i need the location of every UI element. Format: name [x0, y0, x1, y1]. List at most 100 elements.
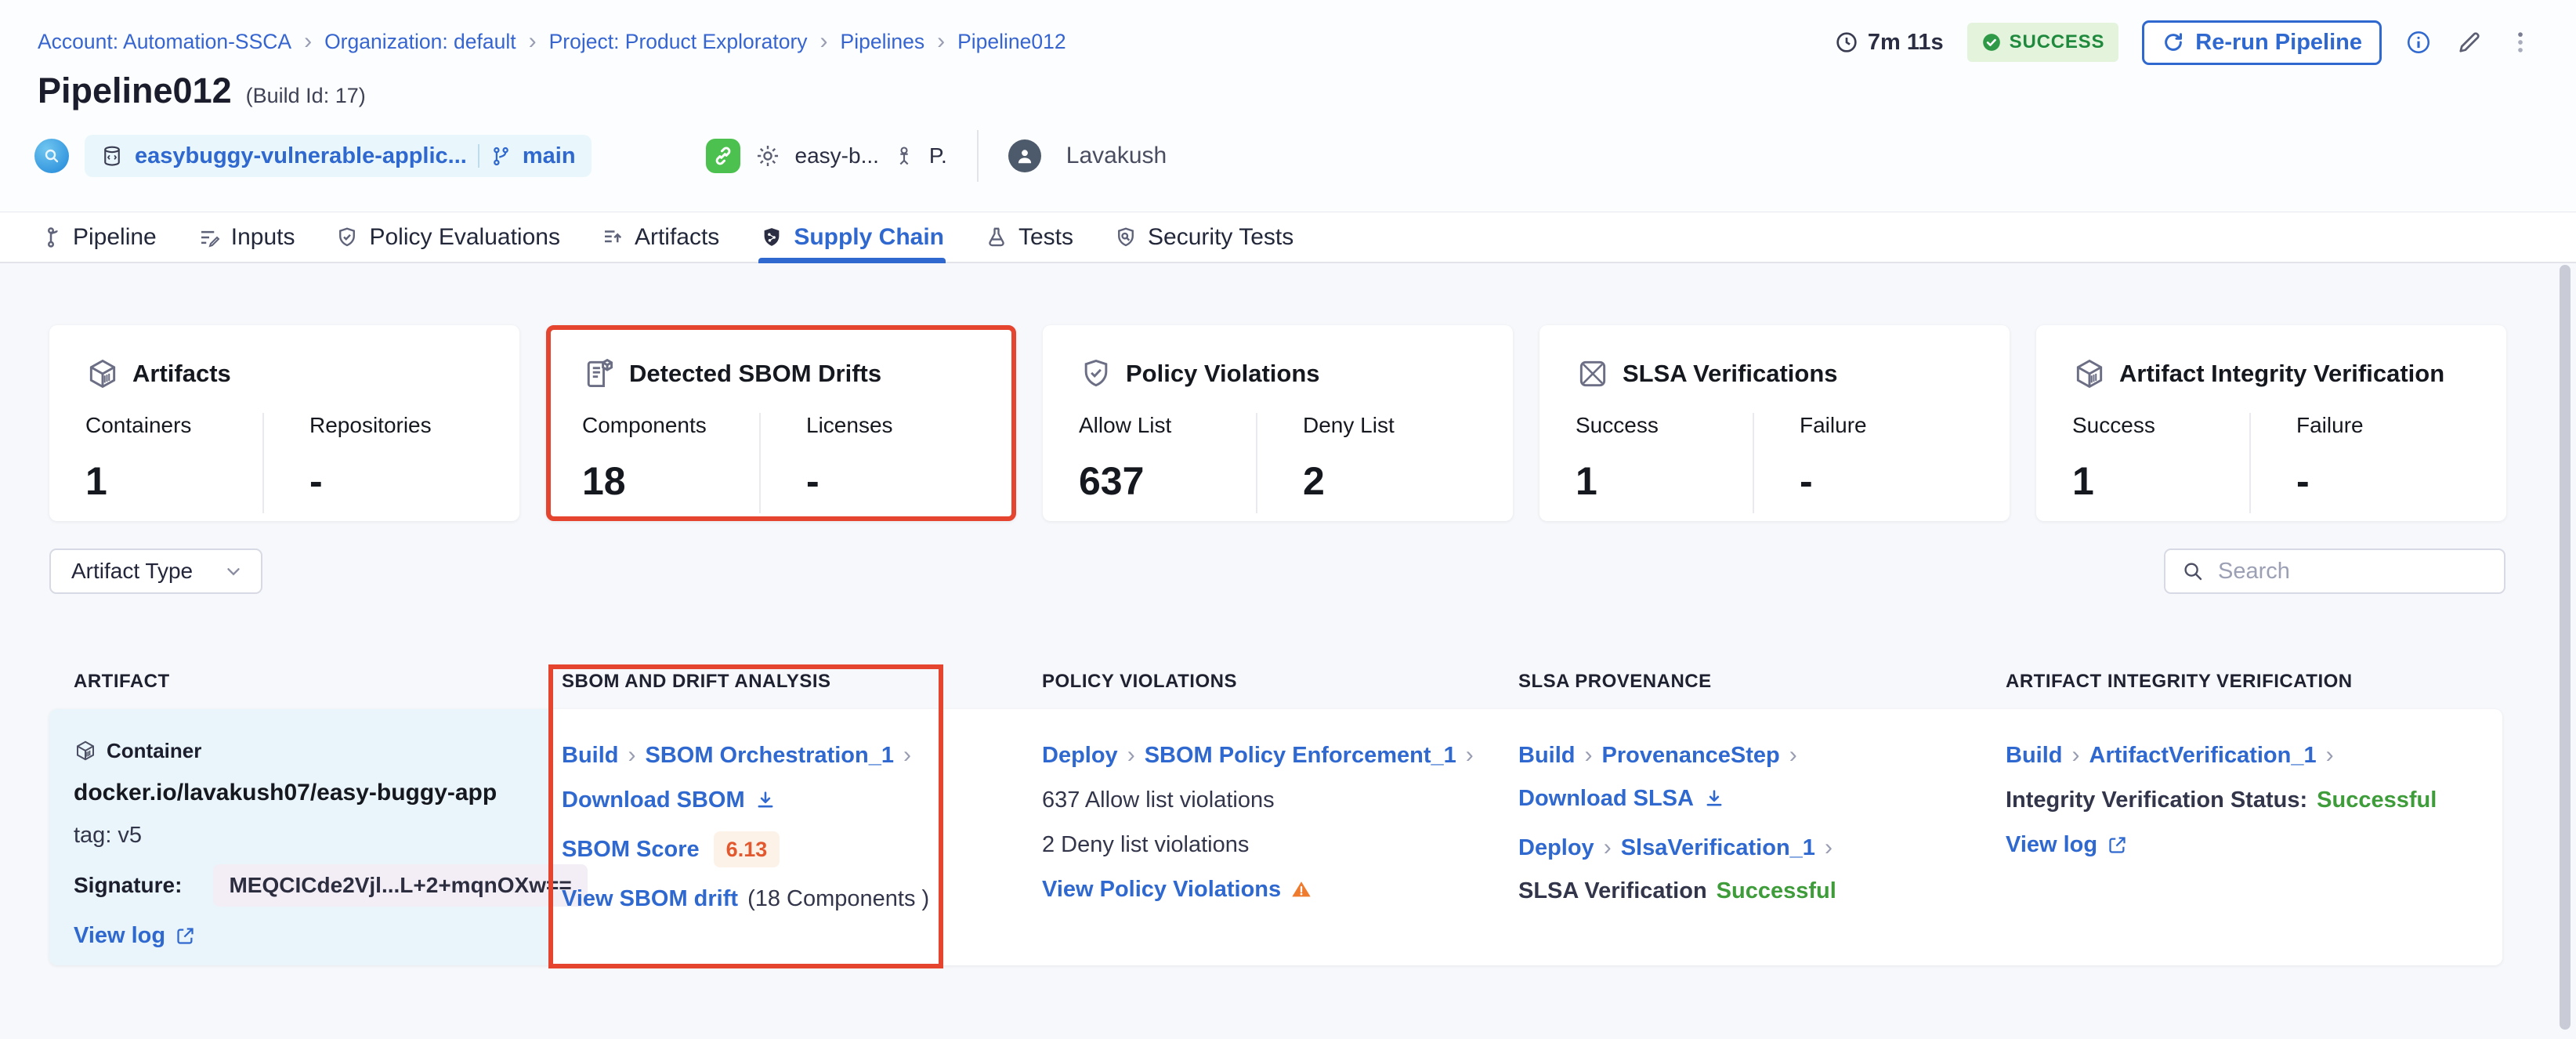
vertical-divider: [977, 130, 979, 182]
stat-value: 637: [1079, 458, 1256, 504]
execution-meta-row: easybuggy-vulnerable-applic... main easy…: [34, 135, 1167, 177]
view-sbom-drift-link[interactable]: View SBOM drift: [562, 885, 738, 912]
breadcrumb-organization[interactable]: Organization: default: [324, 30, 516, 54]
chevron-right-icon: [1127, 742, 1135, 769]
integrity-status-value: Successful: [2317, 787, 2437, 813]
repo-name: easybuggy-vulnerable-applic...: [135, 143, 467, 169]
artifacts-list-icon: [601, 226, 624, 249]
download-slsa-link[interactable]: Download SLSA: [1518, 785, 1694, 812]
info-icon[interactable]: [2405, 29, 2432, 56]
tab-label: Artifacts: [635, 224, 719, 251]
duration-value: 7m 11s: [1868, 30, 1944, 56]
user-avatar: [1008, 139, 1041, 172]
card-title: SLSA Verifications: [1623, 360, 1838, 388]
service-env-context: easy-b... P. Lavakush: [706, 130, 1167, 182]
top-bar: Account: Automation-SSCA Organization: d…: [0, 0, 2576, 212]
card-detected-sbom-drifts: Detected SBOM Drifts Components18 Licens…: [546, 325, 1016, 521]
repo-chip[interactable]: easybuggy-vulnerable-applic... main: [85, 135, 592, 177]
card-policy-violations: Policy Violations Allow List637 Deny Lis…: [1043, 325, 1513, 521]
search-box: [2164, 548, 2505, 594]
breadcrumb-project[interactable]: Project: Product Exploratory: [549, 30, 808, 54]
column-header-slsa: SLSA PROVENANCE: [1518, 671, 1712, 693]
stat-value: 1: [2072, 458, 2249, 504]
stat-label: Success: [1576, 413, 1753, 438]
stat-value: -: [2296, 458, 2473, 504]
stage-link[interactable]: Build: [562, 742, 619, 769]
tab-tests[interactable]: Tests: [985, 212, 1073, 262]
artifact-cell: Container docker.io/lavakush07/easy-bugg…: [74, 737, 588, 949]
view-log-link[interactable]: View log: [2006, 831, 2097, 858]
supply-chain-shield-icon: [760, 226, 783, 249]
stat-label: Failure: [1800, 413, 1977, 438]
column-header-policy: POLICY VIOLATIONS: [1042, 671, 1237, 693]
tab-label: Supply Chain: [794, 224, 944, 251]
clock-icon: [1834, 30, 1859, 55]
trigger-avatar-icon: [34, 139, 69, 173]
download-icon: [754, 789, 776, 811]
tab-artifacts[interactable]: Artifacts: [601, 212, 719, 262]
vertical-scrollbar[interactable]: [2560, 265, 2571, 1030]
kebab-menu-icon[interactable]: [2507, 27, 2534, 57]
artifact-type-dropdown[interactable]: Artifact Type: [49, 548, 262, 594]
search-input[interactable]: [2216, 558, 2488, 585]
stat-value: 1: [85, 458, 262, 504]
tab-inputs[interactable]: Inputs: [197, 212, 295, 262]
breadcrumb-account[interactable]: Account: Automation-SSCA: [38, 30, 291, 54]
chevron-right-icon: [1825, 834, 1833, 861]
view-log-link[interactable]: View log: [74, 922, 165, 949]
stat-value: -: [806, 458, 983, 504]
rerun-pipeline-button[interactable]: Re-run Pipeline: [2142, 20, 2382, 65]
step-link[interactable]: ArtifactVerification_1: [2089, 742, 2317, 769]
tab-pipeline[interactable]: Pipeline: [39, 212, 157, 262]
view-policy-violations-link[interactable]: View Policy Violations: [1042, 876, 1281, 903]
stat-value: 18: [582, 458, 759, 504]
slsa-verification-label: SLSA Verification: [1518, 878, 1707, 904]
execution-duration: 7m 11s: [1834, 30, 1944, 56]
slsa-cell: Build ProvenanceStep Download SLSA Deplo…: [1518, 742, 1836, 904]
service-name: easy-b...: [795, 143, 879, 168]
stat-label: Allow List: [1079, 413, 1256, 438]
step-link[interactable]: ProvenanceStep: [1602, 742, 1780, 769]
stat-divider: [2249, 413, 2251, 513]
card-artifact-integrity-verification: Artifact Integrity Verification Success1…: [2036, 325, 2506, 521]
stage-link[interactable]: Deploy: [1042, 742, 1118, 769]
stage-link[interactable]: Build: [1518, 742, 1576, 769]
tab-policy-evaluations[interactable]: Policy Evaluations: [335, 212, 559, 262]
tab-label: Inputs: [231, 224, 295, 251]
stage-link[interactable]: Build: [2006, 742, 2063, 769]
git-branch-icon: [490, 146, 512, 167]
sbom-score-badge: 6.13: [714, 831, 780, 867]
stage-link[interactable]: Deploy: [1518, 834, 1594, 861]
breadcrumb-pipelines[interactable]: Pipelines: [841, 30, 925, 54]
sbom-document-icon: [582, 357, 617, 391]
card-title: Artifacts: [132, 360, 231, 388]
tab-supply-chain[interactable]: Supply Chain: [760, 212, 944, 262]
integrity-cell: Build ArtifactVerification_1 Integrity V…: [2006, 742, 2437, 858]
allow-list-violations: 637 Allow list violations: [1042, 787, 1275, 813]
sbom-score-link[interactable]: SBOM Score: [562, 836, 700, 863]
stat-label: Success: [2072, 413, 2249, 438]
flask-icon: [985, 226, 1008, 249]
repository-icon: [100, 144, 124, 168]
build-id: (Build Id: 17): [246, 84, 366, 108]
edit-pencil-icon[interactable]: [2455, 28, 2484, 56]
chevron-right-icon: [2072, 742, 2080, 769]
stat-divider: [1256, 413, 1257, 513]
chip-divider: [478, 144, 479, 168]
rerun-pipeline-label: Re-run Pipeline: [2195, 30, 2362, 56]
column-header-sbom: SBOM AND DRIFT ANALYSIS: [562, 671, 831, 693]
tab-security-tests[interactable]: Security Tests: [1114, 212, 1293, 262]
card-title: Detected SBOM Drifts: [629, 360, 881, 388]
breadcrumb-pipeline012[interactable]: Pipeline012: [957, 30, 1066, 54]
table-row: Container docker.io/lavakush07/easy-bugg…: [49, 709, 2502, 965]
step-link[interactable]: SlsaVerification_1: [1621, 834, 1815, 861]
stat-value: 2: [1303, 458, 1480, 504]
gitops-link-icon: [706, 139, 740, 173]
tab-label: Pipeline: [73, 224, 157, 251]
step-link[interactable]: SBOM Policy Enforcement_1: [1145, 742, 1456, 769]
artifact-image-name: docker.io/lavakush07/easy-buggy-app: [74, 780, 497, 806]
deny-list-violations: 2 Deny list violations: [1042, 831, 1249, 858]
step-link[interactable]: SBOM Orchestration_1: [646, 742, 894, 769]
breadcrumb: Account: Automation-SSCA Organization: d…: [38, 28, 1066, 55]
download-sbom-link[interactable]: Download SBOM: [562, 787, 745, 813]
